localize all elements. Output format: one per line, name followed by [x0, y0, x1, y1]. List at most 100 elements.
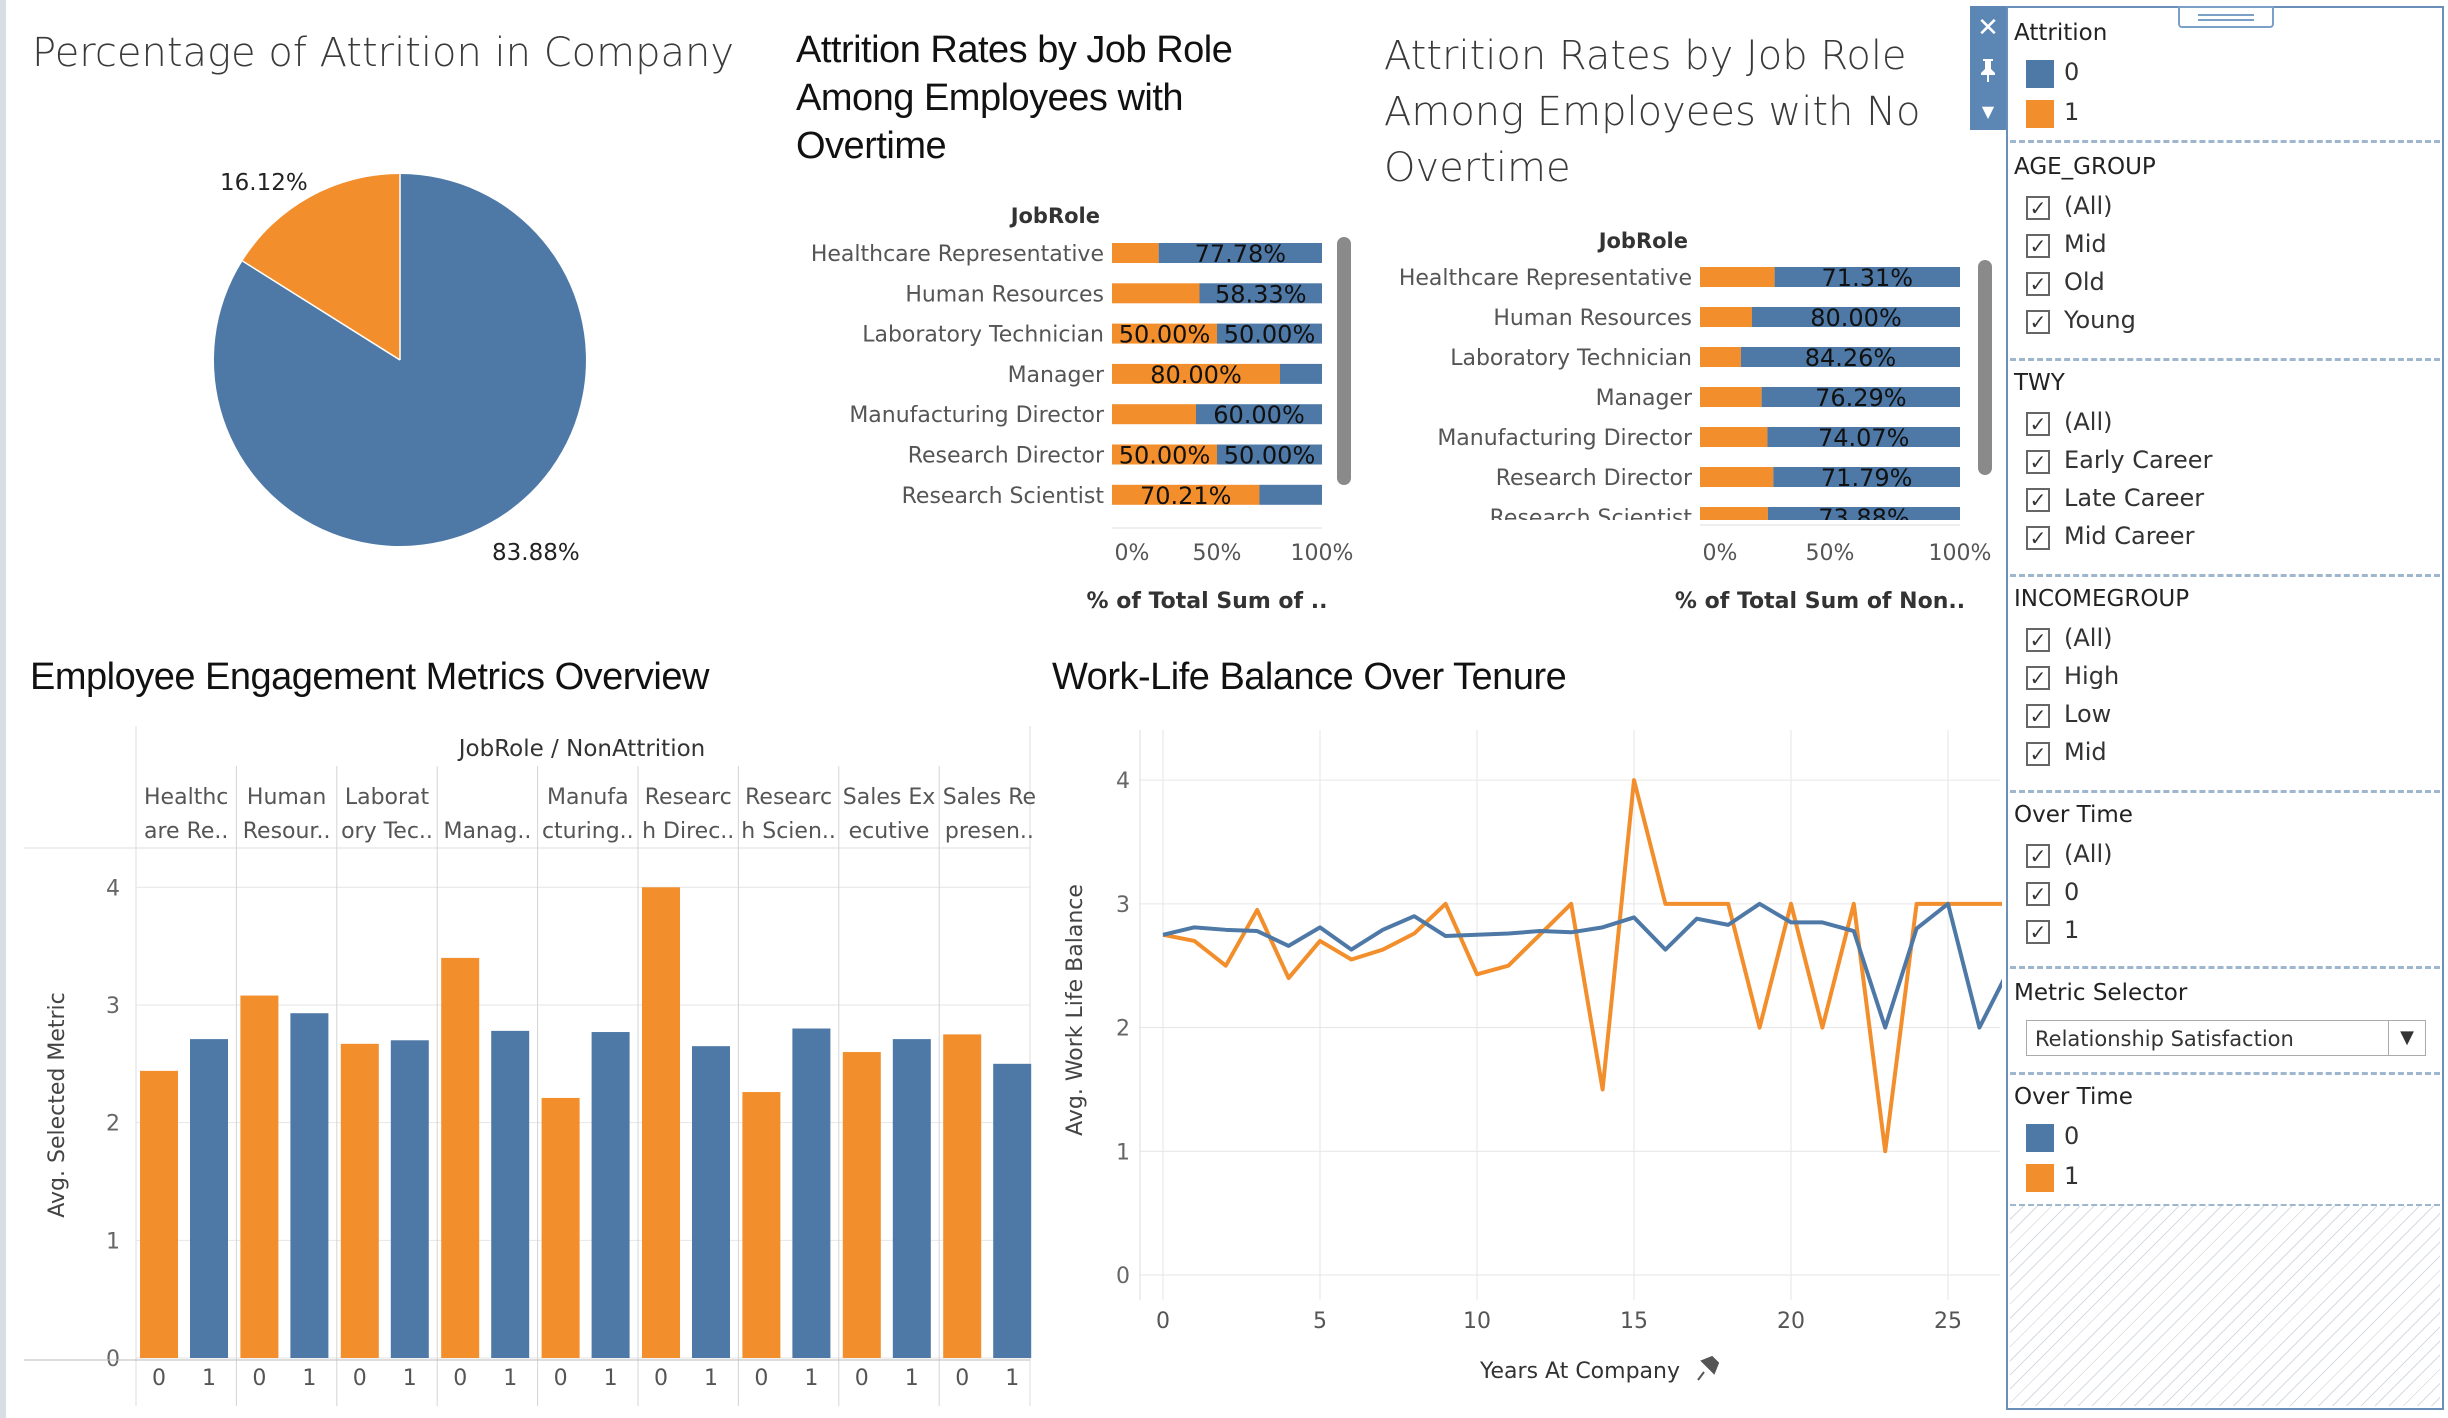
- x-tick-label: 0: [955, 1366, 969, 1391]
- bar-nonattrition-0[interactable]: [340, 1043, 379, 1358]
- metric-selector: Metric Selector Relationship Satisfactio…: [2014, 980, 2434, 1070]
- option-label: (All): [2064, 840, 2113, 868]
- jobrole-label: Research Director: [908, 444, 1105, 469]
- option-label: 0: [2064, 878, 2080, 906]
- checkbox[interactable]: ✓: [2026, 628, 2050, 652]
- bar-nonattrition-0[interactable]: [842, 1052, 881, 1358]
- bar-segment-attrition-1[interactable]: [1112, 283, 1200, 304]
- bar-nonattrition-0[interactable]: [742, 1092, 781, 1358]
- bar-data-label: 77.78%: [1195, 240, 1287, 268]
- checkbox[interactable]: ✓: [2026, 412, 2050, 436]
- bar-nonattrition-1[interactable]: [190, 1039, 228, 1358]
- twy-filter: TWY ✓ (All) ✓ Early Career ✓ Late Career ✓ M…: [2014, 370, 2434, 570]
- bar-segment-attrition-1[interactable]: [1112, 404, 1196, 425]
- bar-data-label: 80.00%: [1150, 361, 1242, 389]
- bar-segment-attrition-1[interactable]: [1700, 307, 1752, 327]
- section-divider: [2010, 966, 2440, 969]
- option-label: Low: [2064, 700, 2112, 728]
- x-tick-label: 0: [252, 1366, 266, 1391]
- legend-label: 0: [2064, 1122, 2080, 1150]
- bar-segment-attrition-1[interactable]: [1700, 347, 1741, 367]
- checkbox[interactable]: ✓: [2026, 920, 2050, 944]
- x-tick-label: 0: [152, 1366, 166, 1391]
- line-series-attrition-1[interactable]: [1162, 778, 2010, 1154]
- bar-segment-attrition-1[interactable]: [1700, 427, 1768, 447]
- bar-nonattrition-0[interactable]: [541, 1097, 580, 1358]
- jobrole-label: Research Scientist: [902, 484, 1105, 509]
- attrition-legend: Attrition 0 1: [2014, 20, 2434, 130]
- jobrole-label: Sales Executive: [931, 524, 1104, 549]
- chevron-down-icon[interactable]: ▼: [1970, 94, 2006, 130]
- bar-nonattrition-0[interactable]: [240, 995, 279, 1358]
- close-icon[interactable]: ✕: [1970, 10, 2006, 46]
- metric-selector-dropdown[interactable]: Relationship Satisfaction ▼: [2026, 1020, 2426, 1056]
- x-tick-label: 0: [654, 1366, 668, 1391]
- bar-nonattrition-1[interactable]: [993, 1063, 1032, 1358]
- bar-nonattrition-0[interactable]: [441, 957, 480, 1358]
- section-divider: [2010, 140, 2440, 143]
- checkbox[interactable]: ✓: [2026, 234, 2050, 258]
- bar-not-title: Attrition Rates by Job Role Among Employ…: [1384, 28, 1921, 196]
- pin-icon[interactable]: [1970, 52, 2006, 88]
- scrollbar-thumb[interactable]: [1978, 260, 1992, 475]
- line-series-attrition-0[interactable]: [1162, 901, 2010, 1030]
- checkbox[interactable]: ✓: [2026, 844, 2050, 868]
- x-tick-label: 1: [503, 1366, 517, 1391]
- checkbox[interactable]: ✓: [2026, 196, 2050, 220]
- bar-nonattrition-0[interactable]: [943, 1034, 982, 1358]
- option-label: Mid: [2064, 230, 2107, 258]
- bar-nonattrition-1[interactable]: [491, 1030, 530, 1358]
- x-tick-label: 1: [604, 1366, 618, 1391]
- bar-nonattrition-1[interactable]: [692, 1046, 730, 1358]
- checkbox[interactable]: ✓: [2026, 526, 2050, 550]
- section-divider: [2010, 1072, 2440, 1075]
- column-header-line: Human: [247, 785, 326, 810]
- y-tick-label: 2: [106, 1112, 120, 1137]
- over-time-legend-title: Over Time: [2014, 1084, 2133, 1110]
- attrition-legend-title: Attrition: [2014, 20, 2108, 46]
- bar-nonattrition-0[interactable]: [642, 887, 680, 1358]
- bar-segment-attrition-1[interactable]: [1112, 243, 1159, 263]
- checkbox[interactable]: ✓: [2026, 742, 2050, 766]
- x-tick-label: 0%: [1703, 541, 1738, 566]
- jobrole-label: Manufacturing Director: [849, 403, 1105, 428]
- age-group-title: AGE_GROUP: [2014, 154, 2156, 180]
- bar-segment-attrition-0[interactable]: [1259, 484, 1322, 505]
- bar-nonattrition-1[interactable]: [792, 1028, 831, 1358]
- option-label: Old: [2064, 268, 2105, 296]
- bar-data-label: 70.21%: [1140, 482, 1232, 510]
- over-time-filter: Over Time ✓ (All) ✓ 0 ✓ 1: [2014, 802, 2434, 962]
- x-tick-label: 50%: [1193, 541, 1242, 566]
- option-label: Young: [2064, 306, 2136, 334]
- checkbox[interactable]: ✓: [2026, 450, 2050, 474]
- bar-nonattrition-1[interactable]: [591, 1032, 630, 1358]
- bar-segment-attrition-1[interactable]: [1700, 387, 1762, 407]
- bar-segment-attrition-1[interactable]: [1700, 507, 1768, 527]
- x-tick-label: 25: [1934, 1309, 1962, 1334]
- jobrole-label: Laboratory Technician: [1450, 346, 1692, 371]
- scrollbar-thumb[interactable]: [1337, 237, 1351, 485]
- x-axis-title: % of Total Sum of Non..: [1675, 589, 1965, 614]
- bar-segment-attrition-1[interactable]: [1700, 467, 1774, 487]
- checkbox[interactable]: ✓: [2026, 882, 2050, 906]
- x-tick-label: 0: [554, 1366, 568, 1391]
- bar-nonattrition-1[interactable]: [390, 1040, 429, 1358]
- checkbox[interactable]: ✓: [2026, 310, 2050, 334]
- bar-ot-title-line: Among Employees with: [796, 77, 1184, 119]
- checkbox[interactable]: ✓: [2026, 704, 2050, 728]
- jobrole-header: JobRole: [1597, 229, 1688, 253]
- bar-segment-attrition-0[interactable]: [1280, 363, 1322, 384]
- metric-selector-value: Relationship Satisfaction: [2035, 1027, 2294, 1051]
- chevron-down-icon[interactable]: ▼: [2388, 1021, 2425, 1055]
- bar-segment-attrition-1[interactable]: [1700, 267, 1775, 287]
- section-divider: [2010, 574, 2440, 577]
- bar-nonattrition-0[interactable]: [140, 1070, 178, 1358]
- checkbox[interactable]: ✓: [2026, 488, 2050, 512]
- checkbox[interactable]: ✓: [2026, 666, 2050, 690]
- jobrole-label: Research Scientist: [1490, 506, 1693, 531]
- bar-nonattrition-1[interactable]: [290, 1013, 329, 1358]
- bar-nonattrition-1[interactable]: [892, 1039, 931, 1358]
- bar-data-label: 58.33%: [1215, 280, 1307, 308]
- x-tick-label: 20: [1777, 1309, 1805, 1334]
- checkbox[interactable]: ✓: [2026, 272, 2050, 296]
